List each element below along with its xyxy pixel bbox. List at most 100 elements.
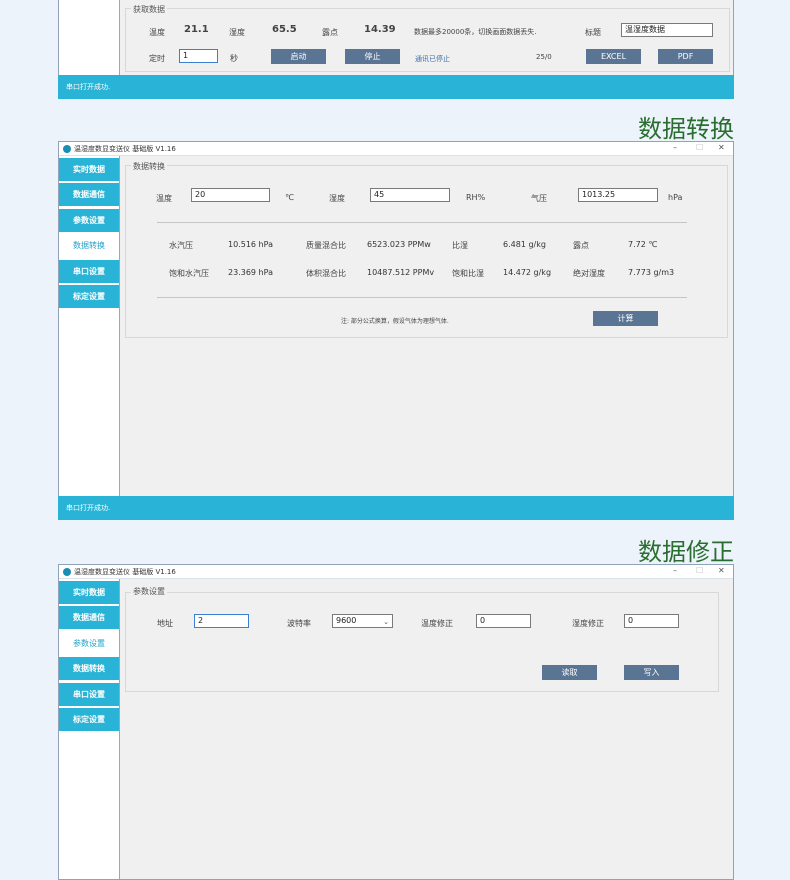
close-icon[interactable]: ✕: [718, 143, 725, 152]
result-label: 饱和水汽压: [169, 269, 209, 278]
read-button[interactable]: 读取: [542, 665, 597, 680]
param-main: 参数设置 地址 2 波特率 9600 ⌄ 温度修正 0 湿度修正 0 读取 写入: [120, 579, 733, 879]
sidebar-item-params[interactable]: 参数设置: [59, 632, 119, 655]
result-label: 水汽压: [169, 241, 193, 250]
sidebar-item-serial[interactable]: 串口设置: [59, 260, 119, 283]
window-title: 温湿度数显变送仪 基础版 V1.16: [74, 145, 176, 153]
temp-input[interactable]: 20: [191, 188, 270, 202]
window-title: 温湿度数显变送仪 基础版 V1.16: [74, 568, 176, 576]
result-label: 比湿: [452, 241, 468, 250]
press-label: 气压: [531, 194, 547, 203]
result-value: 23.369 hPa: [228, 268, 273, 277]
hum-label: 湿度: [329, 194, 345, 203]
group-title: 参数设置: [131, 586, 167, 597]
result-label: 体积混合比: [306, 269, 346, 278]
chevron-down-icon: ⌄: [383, 618, 389, 626]
sidebar-item-serial[interactable]: 串口设置: [59, 683, 119, 706]
acquire-group: 获取数据 温度 21.1 湿度 65.5 露点 14.39 数据最多20000条…: [125, 4, 730, 72]
sidebar-item-calibrate[interactable]: 标定设置: [59, 285, 119, 308]
timer-input[interactable]: 1: [179, 49, 218, 63]
title-label: 标题: [585, 28, 601, 37]
maximize-icon[interactable]: ☐: [696, 566, 703, 575]
minimize-icon[interactable]: –: [673, 566, 677, 575]
result-value: 10487.512 PPMv: [367, 268, 435, 277]
timer-label: 定时: [149, 54, 165, 63]
result-value: 7.773 g/m3: [628, 268, 675, 277]
sidebar-item-comm[interactable]: 数据通信: [59, 183, 119, 206]
result-value: 14.472 g/kg: [503, 268, 552, 277]
result-value: 7.72 ℃: [628, 240, 658, 249]
hum-label: 湿度: [229, 28, 245, 37]
hum-value: 65.5: [272, 24, 297, 35]
stop-button[interactable]: 停止: [345, 49, 400, 64]
press-input[interactable]: 1013.25: [578, 188, 658, 202]
title-bar: 温湿度数显变送仪 基础版 V1.16 – ☐ ✕: [59, 565, 733, 579]
excel-button[interactable]: EXCEL: [586, 49, 641, 64]
write-button[interactable]: 写入: [624, 665, 679, 680]
result-label: 质量混合比: [306, 241, 346, 250]
temp-unit: ℃: [285, 193, 294, 202]
sidebar: 实时数据 数据通信 参数设置 数据转换 串口设置 标定设置: [59, 156, 120, 496]
dew-value: 14.39: [364, 24, 396, 35]
app-icon: [63, 145, 71, 153]
baud-value: 9600: [336, 616, 357, 625]
temp-label: 温度: [156, 194, 172, 203]
result-value: 10.516 hPa: [228, 240, 273, 249]
convert-status-bar: 串口打开成功.: [58, 496, 734, 520]
addr-input[interactable]: 2: [194, 614, 249, 628]
param-group: 参数设置 地址 2 波特率 9600 ⌄ 温度修正 0 湿度修正 0 读取 写入: [125, 586, 719, 692]
divider-top: [157, 222, 687, 223]
hum-corr-label: 湿度修正: [572, 619, 604, 628]
sidebar-item-convert[interactable]: 数据转换: [59, 234, 119, 257]
result-label: 饱和比湿: [452, 269, 484, 278]
heading-data-convert: 数据转换: [638, 115, 734, 143]
start-button[interactable]: 启动: [271, 49, 326, 64]
press-unit: hPa: [668, 193, 683, 202]
pdf-button[interactable]: PDF: [658, 49, 713, 64]
record-count: 25/0: [536, 53, 552, 61]
sidebar-item-realtime[interactable]: 实时数据: [59, 158, 119, 181]
result-label: 绝对湿度: [573, 269, 605, 278]
calc-button[interactable]: 计算: [593, 311, 658, 326]
data-limit-note: 数据最多20000条，切换画面数据丢失.: [414, 28, 537, 36]
sidebar-item-comm[interactable]: 数据通信: [59, 606, 119, 629]
result-value: 6.481 g/kg: [503, 240, 546, 249]
sidebar-item-calibrate[interactable]: 标定设置: [59, 708, 119, 731]
group-title: 获取数据: [131, 4, 167, 15]
sidebar: 实时数据 数据通信 参数设置 数据转换 串口设置 标定设置: [59, 579, 120, 879]
title-input[interactable]: 温湿度数据: [621, 23, 713, 37]
convert-main: 数据转换 温度 20 ℃ 湿度 45 RH% 气压 1013.25 hPa 水汽…: [120, 156, 733, 496]
param-window: 温湿度数显变送仪 基础版 V1.16 – ☐ ✕ 实时数据 数据通信 参数设置 …: [58, 564, 734, 880]
hum-corr-input[interactable]: 0: [624, 614, 679, 628]
hum-unit: RH%: [466, 193, 486, 202]
group-title: 数据转换: [131, 161, 167, 172]
divider-bottom: [157, 297, 687, 298]
formula-note: 注: 部分公式换算，假设气体为理想气体.: [341, 318, 449, 325]
top-window: 获取数据 温度 21.1 湿度 65.5 露点 14.39 数据最多20000条…: [58, 0, 734, 75]
baud-label: 波特率: [287, 619, 311, 628]
dew-label: 露点: [322, 28, 338, 37]
top-main: 获取数据 温度 21.1 湿度 65.5 露点 14.39 数据最多20000条…: [120, 0, 733, 75]
sidebar-item-params[interactable]: 参数设置: [59, 209, 119, 232]
minimize-icon[interactable]: –: [673, 143, 677, 152]
close-icon[interactable]: ✕: [718, 566, 725, 575]
temp-value: 21.1: [184, 24, 209, 35]
baud-select[interactable]: 9600 ⌄: [332, 614, 393, 628]
sidebar-item-realtime[interactable]: 实时数据: [59, 581, 119, 604]
heading-data-correct: 数据修正: [638, 538, 734, 566]
addr-label: 地址: [157, 619, 173, 628]
temp-corr-label: 温度修正: [421, 619, 453, 628]
result-label: 露点: [573, 241, 589, 250]
convert-group: 数据转换 温度 20 ℃ 湿度 45 RH% 气压 1013.25 hPa 水汽…: [125, 161, 728, 338]
top-status-bar: 串口打开成功.: [58, 75, 734, 99]
sidebar-item-convert[interactable]: 数据转换: [59, 657, 119, 680]
maximize-icon[interactable]: ☐: [696, 143, 703, 152]
temp-corr-input[interactable]: 0: [476, 614, 531, 628]
hum-input[interactable]: 45: [370, 188, 450, 202]
app-icon: [63, 568, 71, 576]
temp-label: 温度: [149, 28, 165, 37]
top-sidebar: [59, 0, 120, 75]
title-bar: 温湿度数显变送仪 基础版 V1.16 – ☐ ✕: [59, 142, 733, 156]
result-value: 6523.023 PPMw: [367, 240, 431, 249]
comm-status: 通讯已停止: [415, 55, 450, 63]
